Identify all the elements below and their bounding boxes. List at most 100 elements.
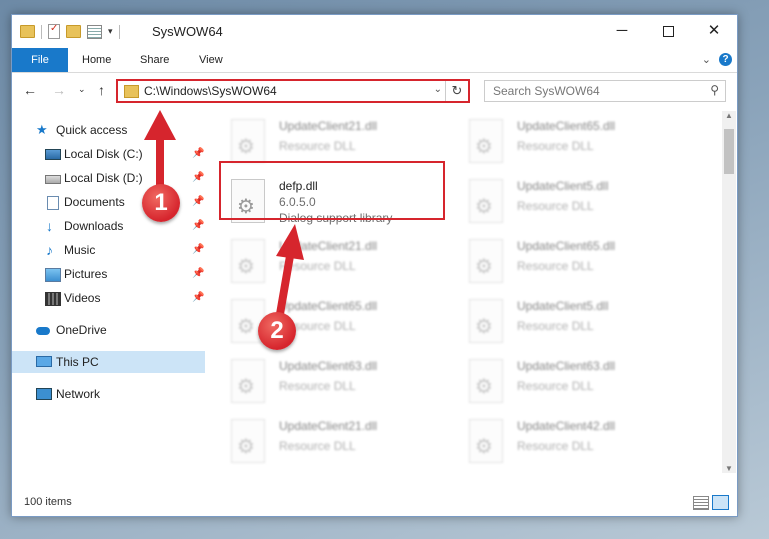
file-tile[interactable]: ⚙ UpdateClient21.dll Resource DLL bbox=[209, 233, 439, 289]
vertical-scrollbar[interactable]: ▲ ▼ bbox=[722, 111, 736, 473]
gear-icon: ⚙ bbox=[237, 136, 255, 158]
file-tile[interactable]: ⚙ UpdateClient42.dll Resource DLL bbox=[447, 413, 677, 469]
file-name: UpdateClient21.dll bbox=[279, 239, 378, 253]
file-tile[interactable]: ⚙ UpdateClient5.dll Resource DLL bbox=[447, 293, 677, 349]
sidebar-item-onedrive[interactable]: OneDrive bbox=[12, 319, 205, 341]
address-dropdown-icon[interactable]: ⌄ bbox=[434, 84, 442, 95]
sidebar-item-label: Pictures bbox=[64, 267, 108, 281]
search-placeholder: Search SysWOW64 bbox=[493, 84, 600, 98]
maximize-icon bbox=[662, 25, 674, 37]
gear-icon: ⚙ bbox=[475, 436, 493, 458]
minimize-button[interactable]: ─ bbox=[599, 15, 645, 47]
dll-file-icon: ⚙ bbox=[469, 359, 503, 403]
sidebar-item-network[interactable]: Network bbox=[12, 383, 205, 405]
folder-icon[interactable] bbox=[20, 25, 35, 38]
search-input[interactable]: Search SysWOW64 ⚲ bbox=[484, 80, 726, 102]
pin-icon[interactable]: 📌 bbox=[192, 239, 204, 261]
item-count: 100 items bbox=[24, 496, 72, 508]
address-path[interactable]: C:\Windows\SysWOW64 bbox=[144, 84, 277, 98]
sidebar-item-downloads[interactable]: ↓ Downloads 📌 bbox=[12, 215, 205, 237]
pin-icon[interactable]: 📌 bbox=[192, 215, 204, 237]
sidebar-item-label: This PC bbox=[56, 355, 99, 369]
pin-icon[interactable]: 📌 bbox=[192, 287, 204, 309]
tab-share[interactable]: Share bbox=[140, 48, 169, 72]
pin-icon[interactable]: 📌 bbox=[192, 167, 204, 189]
sidebar-item-label: Local Disk (C:) bbox=[64, 147, 143, 161]
dll-file-icon: ⚙ bbox=[469, 179, 503, 223]
dll-file-icon: ⚙ bbox=[469, 419, 503, 463]
sidebar-item-this-pc[interactable]: This PC bbox=[12, 351, 205, 373]
sidebar-item-videos[interactable]: Videos 📌 bbox=[12, 287, 205, 309]
tab-file[interactable]: File bbox=[12, 48, 68, 72]
file-tile[interactable]: ⚙ UpdateClient65.dll Resource DLL bbox=[209, 293, 439, 349]
up-button[interactable]: ↑ bbox=[98, 82, 105, 98]
file-tile[interactable]: ⚙ UpdateClient65.dll Resource DLL bbox=[447, 233, 677, 289]
help-icon[interactable]: ? bbox=[719, 53, 732, 66]
file-tile[interactable]: ⚙ UpdateClient5.dll Resource DLL bbox=[447, 173, 677, 229]
view-properties-icon[interactable] bbox=[87, 24, 102, 39]
file-name: UpdateClient5.dll bbox=[517, 179, 609, 193]
documents-icon bbox=[47, 196, 59, 210]
dll-file-icon: ⚙ bbox=[231, 239, 265, 283]
recent-locations-chevron-icon[interactable]: ⌄ bbox=[78, 84, 86, 95]
sidebar-item-pictures[interactable]: Pictures 📌 bbox=[12, 263, 205, 285]
file-tile[interactable]: ⚙ UpdateClient21.dll Resource DLL bbox=[209, 413, 439, 469]
gear-icon: ⚙ bbox=[237, 436, 255, 458]
search-icon: ⚲ bbox=[710, 83, 719, 97]
refresh-button[interactable]: ↻ bbox=[445, 81, 468, 101]
tab-home[interactable]: Home bbox=[82, 48, 111, 72]
forward-button[interactable]: → bbox=[52, 82, 66, 98]
gear-icon: ⚙ bbox=[475, 376, 493, 398]
navigation-pane: ★ Quick access Local Disk (C:) 📌 Local D… bbox=[12, 111, 205, 489]
tab-view[interactable]: View bbox=[199, 48, 223, 72]
sidebar-item-local-disk-c[interactable]: Local Disk (C:) 📌 bbox=[12, 143, 205, 165]
pin-icon[interactable]: 📌 bbox=[192, 191, 204, 213]
sidebar-item-local-disk-d[interactable]: Local Disk (D:) 📌 bbox=[12, 167, 205, 189]
gear-icon: ⚙ bbox=[475, 316, 493, 338]
toolbar-divider bbox=[41, 24, 42, 39]
file-name: UpdateClient63.dll bbox=[517, 359, 616, 373]
file-name: UpdateClient42.dll bbox=[517, 419, 616, 433]
quick-access-star-icon: ★ bbox=[36, 122, 48, 137]
address-bar[interactable]: C:\Windows\SysWOW64 ⌄ ↻ bbox=[116, 79, 470, 103]
sidebar-item-music[interactable]: ♪ Music 📌 bbox=[12, 239, 205, 261]
file-type: Resource DLL bbox=[517, 439, 594, 453]
large-icons-view-icon[interactable] bbox=[712, 495, 729, 510]
pin-icon[interactable]: 📌 bbox=[192, 143, 204, 165]
dll-file-icon: ⚙ bbox=[231, 359, 265, 403]
maximize-button[interactable] bbox=[645, 15, 691, 47]
gear-icon: ⚙ bbox=[475, 196, 493, 218]
pin-icon[interactable]: 📌 bbox=[192, 263, 204, 285]
videos-icon bbox=[45, 292, 61, 306]
file-tile[interactable]: ⚙ UpdateClient63.dll Resource DLL bbox=[447, 353, 677, 409]
status-bar: 100 items bbox=[12, 490, 737, 516]
pictures-icon bbox=[45, 268, 61, 282]
scroll-up-icon[interactable]: ▲ bbox=[725, 111, 733, 120]
sidebar-item-quick-access[interactable]: ★ Quick access bbox=[12, 119, 205, 141]
downloads-icon: ↓ bbox=[46, 218, 53, 234]
sidebar-item-label: Documents bbox=[64, 195, 125, 209]
file-tile[interactable]: ⚙ UpdateClient65.dll Resource DLL bbox=[447, 113, 677, 169]
properties-check-icon[interactable] bbox=[48, 23, 60, 39]
new-folder-icon[interactable] bbox=[66, 25, 81, 38]
file-name: UpdateClient21.dll bbox=[279, 119, 378, 133]
dll-file-icon: ⚙ bbox=[231, 119, 265, 163]
scroll-down-icon[interactable]: ▼ bbox=[725, 464, 733, 473]
close-button[interactable]: ✕ bbox=[691, 15, 737, 47]
file-type: Resource DLL bbox=[517, 319, 594, 333]
file-name: UpdateClient65.dll bbox=[517, 239, 616, 253]
sidebar-item-label: Local Disk (D:) bbox=[64, 171, 143, 185]
details-view-icon[interactable] bbox=[693, 496, 709, 510]
file-type: Resource DLL bbox=[517, 139, 594, 153]
file-name: UpdateClient21.dll bbox=[279, 419, 378, 433]
file-explorer-window: ▾ SysWOW64 ─ ✕ File Home Share View ⌄ ? … bbox=[11, 14, 738, 517]
dll-file-icon: ⚙ bbox=[469, 119, 503, 163]
folder-icon bbox=[124, 85, 139, 98]
customize-toolbar-caret-icon[interactable]: ▾ bbox=[108, 26, 113, 37]
file-tile[interactable]: ⚙ UpdateClient63.dll Resource DLL bbox=[209, 353, 439, 409]
scrollbar-thumb[interactable] bbox=[724, 129, 734, 174]
file-type: Resource DLL bbox=[279, 439, 356, 453]
back-button[interactable]: ← bbox=[23, 82, 37, 98]
expand-ribbon-chevron-icon[interactable]: ⌄ bbox=[702, 53, 711, 66]
gear-icon: ⚙ bbox=[475, 256, 493, 278]
